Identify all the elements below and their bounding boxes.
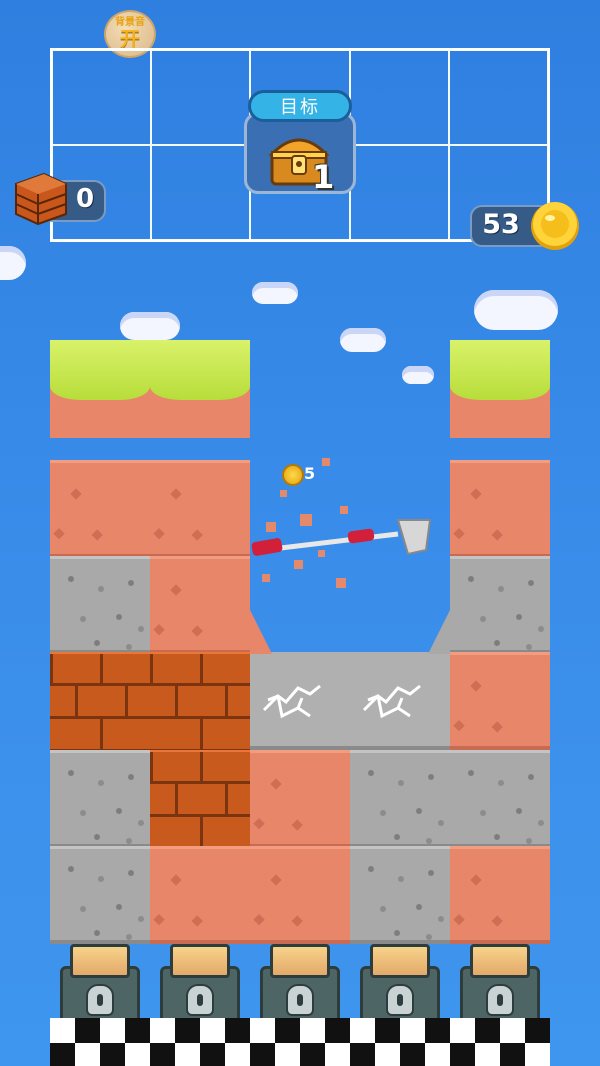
- cloud: [252, 282, 298, 304]
- debris: [300, 514, 312, 526]
- stone-block[interactable]: [450, 556, 550, 654]
- lock-icon: [286, 984, 314, 1016]
- slope-left: [250, 610, 272, 654]
- cloud: [120, 312, 180, 340]
- lock-icon: [186, 984, 214, 1016]
- brick-block-icon: [15, 172, 67, 226]
- stone-block[interactable]: [350, 750, 450, 848]
- stone-block[interactable]: [450, 750, 550, 848]
- debris: [280, 490, 287, 497]
- grid-cell: [448, 50, 548, 145]
- dirt-block[interactable]: [450, 846, 550, 944]
- stone-block[interactable]: [50, 846, 150, 944]
- coin-reward-icon: [282, 464, 304, 486]
- grid-cell: [151, 145, 251, 240]
- coin-count: 53: [482, 209, 520, 240]
- dirt-block[interactable]: [250, 750, 350, 848]
- grass-block[interactable]: [450, 340, 550, 438]
- target-label: 目标: [248, 90, 352, 122]
- brick-count: 0: [75, 184, 95, 214]
- grid-cell: [349, 145, 449, 240]
- cracked-stone-block[interactable]: [250, 652, 350, 750]
- cloud: [474, 290, 558, 330]
- debris: [318, 550, 325, 557]
- dirt-block[interactable]: [150, 556, 250, 654]
- debris: [336, 578, 346, 588]
- grid-cell: [151, 50, 251, 145]
- cloud: [402, 366, 434, 384]
- brick-block[interactable]: [150, 750, 250, 848]
- dirt-block[interactable]: [450, 652, 550, 750]
- debris: [340, 506, 348, 514]
- stone-block[interactable]: [350, 846, 450, 944]
- dirt-block[interactable]: [450, 460, 550, 558]
- cloud: [0, 246, 26, 280]
- crack-icon: [362, 684, 421, 719]
- dirt-block[interactable]: [250, 846, 350, 944]
- debris: [322, 458, 330, 466]
- lock-icon: [486, 984, 514, 1016]
- crack-icon: [262, 684, 321, 719]
- debris: [294, 560, 303, 569]
- stone-block[interactable]: [50, 556, 150, 654]
- coin-reward-value: 5: [304, 464, 316, 483]
- brick-block[interactable]: [150, 652, 250, 750]
- brick-block[interactable]: [50, 652, 150, 750]
- cracked-stone-block[interactable]: [350, 652, 450, 750]
- grid-cell: [52, 50, 152, 145]
- stone-block[interactable]: [50, 750, 150, 848]
- dirt-block[interactable]: [50, 460, 150, 558]
- target-count: 1: [312, 158, 335, 196]
- lock-icon: [386, 984, 414, 1016]
- dirt-block[interactable]: [150, 846, 250, 944]
- debris: [262, 574, 270, 582]
- grass-block[interactable]: [50, 340, 150, 438]
- debris: [266, 522, 276, 532]
- grass-block[interactable]: [150, 340, 250, 438]
- dirt-block[interactable]: [150, 460, 250, 558]
- slope-right: [428, 610, 450, 654]
- grid-cell: [349, 50, 449, 145]
- coin-icon: [531, 202, 579, 250]
- music-state: 开: [120, 27, 140, 51]
- checkered-floor: [50, 1018, 550, 1066]
- cloud: [340, 328, 386, 352]
- lock-icon: [86, 984, 114, 1016]
